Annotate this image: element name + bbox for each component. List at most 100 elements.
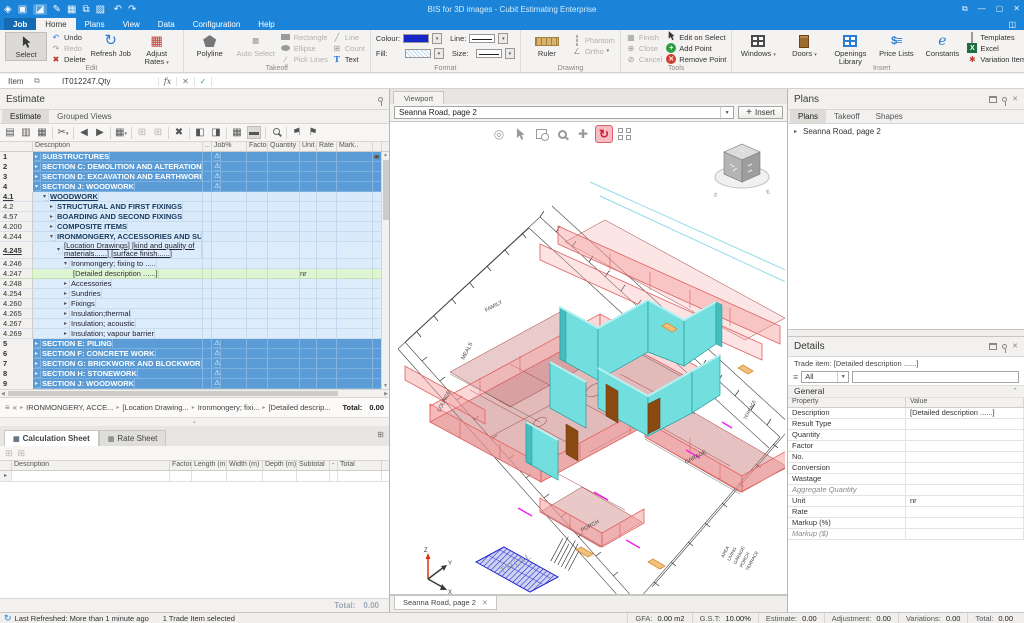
- breadcrumb-item[interactable]: Ironmongery; fixi...: [198, 403, 260, 412]
- colour-swatch[interactable]: [403, 34, 429, 43]
- adjust-rates-button[interactable]: ▦ Adjust Rates ▾: [136, 32, 178, 68]
- pick-lines-button[interactable]: ∕Pick Lines: [281, 54, 328, 64]
- col-factor[interactable]: Factor: [247, 142, 268, 151]
- col-dots[interactable]: ..: [203, 142, 212, 151]
- plan-selector-combo[interactable]: Seanna Road, page 2 ▼: [394, 106, 734, 119]
- viewport-canvas[interactable]: ◎ ✚ ↻: [390, 122, 787, 595]
- add-point-button[interactable]: +Add Point: [666, 43, 726, 53]
- collapse-next-icon[interactable]: ▶: [94, 127, 106, 138]
- constants-button[interactable]: e Constants: [921, 32, 963, 59]
- viewport-bottom-tab[interactable]: Seanna Road, page 2 ✕: [394, 596, 497, 610]
- flag-forward-icon[interactable]: ⚑: [307, 127, 319, 138]
- rotate-icon[interactable]: ↻: [595, 125, 613, 143]
- breadcrumb-item[interactable]: IRONMONGERY, ACCE...: [26, 403, 113, 412]
- tab-shapes[interactable]: Shapes: [868, 110, 911, 123]
- estimate-row[interactable]: 4.254 ▸Sundries: [0, 289, 389, 299]
- maximize-button[interactable]: ▢: [996, 4, 1004, 14]
- calc-col-dash[interactable]: -: [330, 461, 338, 470]
- line-dropdown-icon[interactable]: ▾: [498, 33, 508, 44]
- close-icon[interactable]: ✕: [1012, 342, 1018, 350]
- calc-col-description[interactable]: Description: [12, 461, 170, 470]
- undo-quick-icon[interactable]: ↶: [114, 4, 122, 15]
- calc-col-width[interactable]: Width (m): [227, 461, 263, 470]
- undo-button[interactable]: ↶Undo: [51, 32, 86, 42]
- estimate-row[interactable]: 4.200 ▸COMPOSITE ITEMS: [0, 222, 389, 232]
- panel-left-icon[interactable]: ◧: [194, 127, 206, 138]
- col-job-pct[interactable]: Job%: [212, 142, 247, 151]
- viewport-tab[interactable]: Viewport: [393, 91, 444, 104]
- estimate-row[interactable]: 4.245 ▾[Location Drawings] [kind and qua…: [0, 242, 389, 259]
- price-lists-button[interactable]: $≡ Price Lists: [875, 32, 917, 59]
- cancel-button[interactable]: ⊘Cancel: [626, 54, 662, 64]
- calc-grid1-icon[interactable]: ⊞: [5, 448, 13, 459]
- openings-library-button[interactable]: Openings Library: [829, 32, 871, 67]
- property-row[interactable]: Conversion: [788, 463, 1024, 474]
- grid-add2-icon[interactable]: ⊞: [152, 127, 164, 138]
- pin-icon[interactable]: [1002, 344, 1007, 349]
- templates-button[interactable]: Templates: [967, 32, 1024, 42]
- property-row[interactable]: Result Type: [788, 419, 1024, 430]
- delete-row-icon[interactable]: ✖: [173, 127, 185, 138]
- ruler-button[interactable]: Ruler: [526, 32, 568, 59]
- save-icon[interactable]: ▣: [18, 4, 27, 15]
- size-swatch[interactable]: [476, 49, 502, 58]
- phantom-button[interactable]: Phantom: [572, 35, 615, 45]
- table-view-icon[interactable]: ▦: [231, 127, 243, 138]
- zoom-icon[interactable]: [553, 125, 571, 143]
- excel-button[interactable]: XExcel: [967, 43, 1024, 53]
- details-search-input[interactable]: [852, 371, 1019, 383]
- cancel-entry-icon[interactable]: ✕: [176, 77, 194, 86]
- colour-dropdown-icon[interactable]: ▾: [432, 33, 442, 44]
- redo-button[interactable]: ↷Redo: [51, 43, 86, 53]
- breadcrumb-menu-icon[interactable]: ≡: [5, 403, 10, 412]
- plan-tree-item[interactable]: ▸ Seanna Road, page 2: [788, 124, 1024, 136]
- estimate-row[interactable]: 5 ▸SECTION E: PILING ⚠: [0, 339, 389, 349]
- property-row[interactable]: Aggregate Quantity: [788, 485, 1024, 496]
- orbit-icon[interactable]: ◎: [490, 125, 508, 143]
- tab-view[interactable]: View: [114, 18, 149, 30]
- finish-button[interactable]: ▦Finish: [626, 32, 662, 42]
- estimate-row[interactable]: 8 ▸SECTION H: STONEWORK ⚠: [0, 369, 389, 379]
- variation-item-button[interactable]: ✱Variation Item: [967, 54, 1024, 64]
- estimate-row[interactable]: 4.248 ▸Accessories: [0, 279, 389, 289]
- tab-job[interactable]: Job: [4, 18, 36, 30]
- estimate-row[interactable]: 4.246 ▾Ironmongery; fixing to .....: [0, 259, 389, 269]
- grid-add-icon[interactable]: ⊞: [136, 127, 148, 138]
- ellipse-button[interactable]: Ellipse: [281, 43, 328, 53]
- edit-on-select-button[interactable]: Edit on Select: [666, 32, 726, 42]
- breadcrumb-item[interactable]: [Location Drawing...: [122, 403, 188, 412]
- property-row[interactable]: Rate: [788, 507, 1024, 518]
- view-menu-icon[interactable]: ▤: [4, 127, 16, 138]
- estimate-row[interactable]: 4.267 ▸Insulation; acoustic: [0, 319, 389, 329]
- tab-plans[interactable]: Plans: [76, 18, 114, 30]
- collapse-strip[interactable]: ⌄: [0, 417, 389, 426]
- estimate-row[interactable]: 4.57 ▸BOARDING AND SECOND FIXINGS: [0, 212, 389, 222]
- zoom-window-icon[interactable]: [532, 125, 550, 143]
- estimate-row[interactable]: 4.260 ▸Fixings: [0, 299, 389, 309]
- tab-takeoff[interactable]: Takeoff: [826, 110, 868, 123]
- property-row[interactable]: Markup (%): [788, 518, 1024, 529]
- line-style-swatch[interactable]: [469, 34, 495, 43]
- pin-tool-icon[interactable]: ✎: [53, 4, 61, 15]
- property-row[interactable]: Description [Detailed description ......…: [788, 408, 1024, 419]
- pin-icon[interactable]: [378, 97, 383, 102]
- property-row[interactable]: Markup ($): [788, 529, 1024, 540]
- col-markup[interactable]: Mark..: [337, 142, 373, 151]
- text-button[interactable]: TText: [332, 54, 365, 64]
- section-general[interactable]: General ⌃: [788, 385, 1024, 398]
- calc-grid2-icon[interactable]: ⊞: [18, 448, 26, 459]
- fx-button[interactable]: fx: [158, 77, 176, 86]
- tools-icon[interactable]: ✂▾: [57, 127, 69, 138]
- insert-table-icon[interactable]: ▦▾: [115, 127, 127, 138]
- select-button[interactable]: Select: [5, 32, 47, 61]
- float-window-icon[interactable]: [989, 96, 997, 103]
- close-takeoff-button[interactable]: ⊕Close: [626, 43, 662, 53]
- windows-button[interactable]: Windows ▾: [737, 32, 779, 60]
- col-property[interactable]: Property: [788, 398, 906, 407]
- estimate-row[interactable]: 3 ▸SECTION D: EXCAVATION AND EARTHWORK ⚠: [0, 172, 389, 182]
- view-rows-icon[interactable]: ▦: [36, 127, 48, 138]
- layers-icon[interactable]: ⧉: [82, 4, 89, 15]
- estimate-row[interactable]: 4 ▾SECTION J: WOODWORK ⚠: [0, 182, 389, 192]
- line-button[interactable]: ╱Line: [332, 32, 365, 42]
- property-row[interactable]: Quantity: [788, 430, 1024, 441]
